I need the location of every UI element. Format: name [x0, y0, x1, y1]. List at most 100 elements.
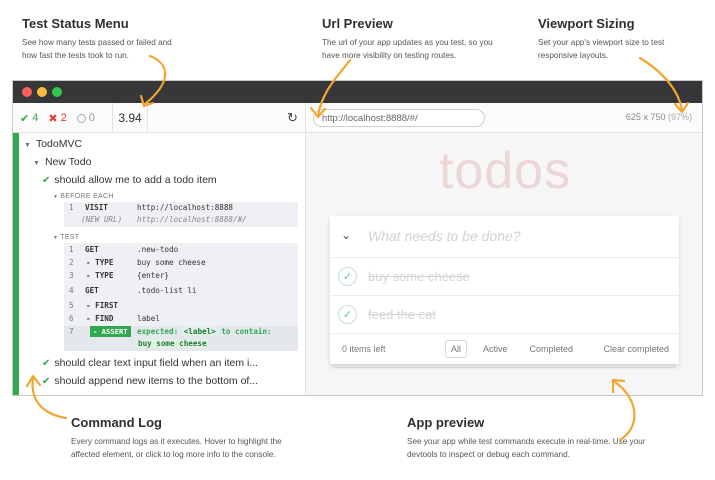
command-name: (NEW URL) — [81, 215, 123, 224]
command-number: 1 — [69, 245, 74, 254]
failed-value: 2 — [60, 112, 67, 124]
reload-icon[interactable]: ↻ — [287, 110, 298, 126]
suite-item[interactable]: ▼ TodoMVC — [24, 138, 82, 150]
passed-count[interactable]: ✔ 4 — [20, 112, 38, 125]
suite-title: TodoMVC — [35, 138, 83, 150]
command-number: 3 — [69, 271, 74, 280]
filter-active[interactable]: Active — [477, 340, 514, 358]
command-name: - FIND — [86, 314, 114, 323]
annotation-viewport-sizing: Viewport Sizing Set your app's viewport … — [538, 16, 678, 62]
test-title: should append new items to the bottom of… — [54, 375, 259, 387]
command-name: GET — [85, 286, 99, 295]
viewport-size[interactable]: 625 x 750 (97%) — [626, 112, 692, 122]
caret-down-icon: ▼ — [53, 235, 59, 241]
todo-footer: 0 items left All Active Completed Clear … — [330, 334, 679, 364]
check-icon[interactable]: ✓ — [338, 267, 357, 286]
maximize-window-button[interactable] — [52, 87, 62, 97]
duration: 3.94 — [112, 103, 148, 133]
pass-status-bar — [13, 133, 19, 395]
cypress-window: ✔ 4 ✖ 2 0 3.94 ↻ http://localhost:8888/#… — [12, 80, 703, 396]
annotation-command-log: Command Log Every command logs as it exe… — [71, 415, 301, 461]
check-icon[interactable]: ✓ — [338, 305, 357, 324]
command-name: - TYPE — [86, 271, 114, 280]
check-icon: ✔ — [42, 175, 51, 186]
annotation-url-preview: Url Preview The url of your app updates … — [322, 16, 512, 62]
circle-icon — [76, 113, 86, 123]
new-todo-input[interactable]: What needs to be done? — [368, 228, 521, 244]
assert-mid: to contain: — [221, 327, 272, 336]
command-name: GET — [85, 245, 99, 254]
check-icon: ✔ — [42, 376, 51, 387]
assert-message: expected: <label> to contain: — [137, 327, 272, 336]
assert-value: buy some cheese — [137, 339, 208, 348]
command-arg: http://localhost:8888 — [137, 203, 234, 212]
command-arg: .todo-list li — [137, 286, 197, 295]
assert-expected: expected: — [137, 327, 179, 336]
command-row[interactable]: 1 VISIT http://localhost:8888 — [64, 202, 298, 214]
test-label: TEST — [60, 234, 80, 241]
command-arg: label — [137, 314, 160, 323]
pending-count[interactable]: 0 — [76, 112, 95, 124]
command-number: 7 — [69, 327, 74, 336]
command-arg: buy some cheese — [137, 258, 206, 267]
command-row[interactable]: 4 GET .todo-list li — [64, 285, 298, 297]
annotation-app-preview: App preview See your app while test comm… — [407, 415, 647, 461]
todo-label: buy some cheese — [368, 269, 470, 284]
command-row[interactable]: (NEW URL) http://localhost:8888/#/ — [64, 214, 298, 226]
assert-element-tag: <label> — [182, 327, 217, 336]
test-section[interactable]: ▼ TEST — [53, 234, 79, 241]
annotation-title: Viewport Sizing — [538, 16, 635, 31]
command-row[interactable]: 1 GET .new-todo — [64, 244, 298, 256]
assert-command-row[interactable]: 7 - ASSERT expected: <label> to contain:… — [64, 326, 298, 351]
command-number: 5 — [69, 301, 74, 310]
before-each-section[interactable]: ▼ BEFORE EACH — [53, 193, 114, 200]
command-row[interactable]: 5 - FIRST — [64, 300, 298, 312]
subsuite-item[interactable]: ▼ New Todo — [33, 156, 91, 168]
x-icon: ✖ — [48, 112, 58, 125]
command-row[interactable]: 6 - FIND label — [64, 313, 298, 325]
command-arg: {enter} — [137, 271, 170, 280]
command-number: 2 — [69, 258, 74, 267]
annotation-title: Url Preview — [322, 16, 393, 31]
chevron-down-icon[interactable]: ⌄ — [341, 228, 351, 242]
command-row[interactable]: 3 - TYPE {enter} — [64, 270, 298, 282]
command-row[interactable]: 2 - TYPE buy some cheese — [64, 257, 298, 269]
assert-badge: - ASSERT — [90, 326, 131, 337]
title-bar — [13, 81, 702, 103]
failed-count[interactable]: ✖ 2 — [48, 112, 66, 125]
todo-item[interactable]: ✓ buy some cheese — [330, 258, 679, 296]
annotation-test-status: Test Status Menu See how many tests pass… — [22, 16, 172, 62]
caret-down-icon: ▼ — [53, 194, 59, 200]
minimize-window-button[interactable] — [37, 87, 47, 97]
command-number: 6 — [69, 314, 74, 323]
filter-all[interactable]: All — [445, 340, 468, 358]
caret-down-icon: ▼ — [33, 160, 40, 167]
app-preview: todos ⌄ What needs to be done? ✓ buy som… — [306, 133, 702, 395]
check-icon: ✔ — [20, 112, 30, 125]
command-arg: http://localhost:8888/#/ — [137, 215, 247, 224]
command-number: 4 — [69, 286, 74, 295]
close-window-button[interactable] — [22, 87, 32, 97]
clear-completed-button[interactable]: Clear completed — [603, 344, 669, 354]
test-item[interactable]: ✔ should clear text input field when an i… — [42, 357, 258, 369]
command-name: - FIRST — [86, 301, 119, 310]
items-left-count: 0 items left — [342, 344, 386, 354]
viewport-dimensions: 625 x 750 — [625, 112, 666, 122]
test-commands: 1 GET .new-todo 2 - TYPE buy some cheese… — [64, 243, 298, 351]
test-item[interactable]: ✔ should allow me to add a todo item — [42, 174, 217, 186]
pending-value: 0 — [88, 112, 95, 124]
command-log: ▼ TodoMVC ▼ New Todo ✔ should allow me to a… — [13, 133, 306, 395]
filter-completed[interactable]: Completed — [524, 340, 580, 358]
viewport-scale: (97%) — [667, 112, 692, 122]
test-item[interactable]: ✔ should append new items to the bottom o… — [42, 375, 258, 387]
app-title: todos — [438, 142, 572, 200]
url-preview[interactable]: http://localhost:8888/#/ — [313, 109, 485, 127]
todo-item[interactable]: ✓ feed the cat — [330, 296, 679, 334]
before-each-commands: 1 VISIT http://localhost:8888 (NEW URL) … — [64, 202, 298, 227]
command-number: 1 — [69, 203, 74, 212]
annotation-desc: See how many tests passed or failed and … — [22, 38, 172, 60]
test-title: should allow me to add a todo item — [54, 174, 217, 186]
annotation-desc: Every command logs as it executes. Hover… — [71, 437, 282, 459]
annotation-desc: Set your app's viewport size to test res… — [538, 38, 665, 60]
annotation-desc: See your app while test commands execute… — [407, 437, 646, 459]
